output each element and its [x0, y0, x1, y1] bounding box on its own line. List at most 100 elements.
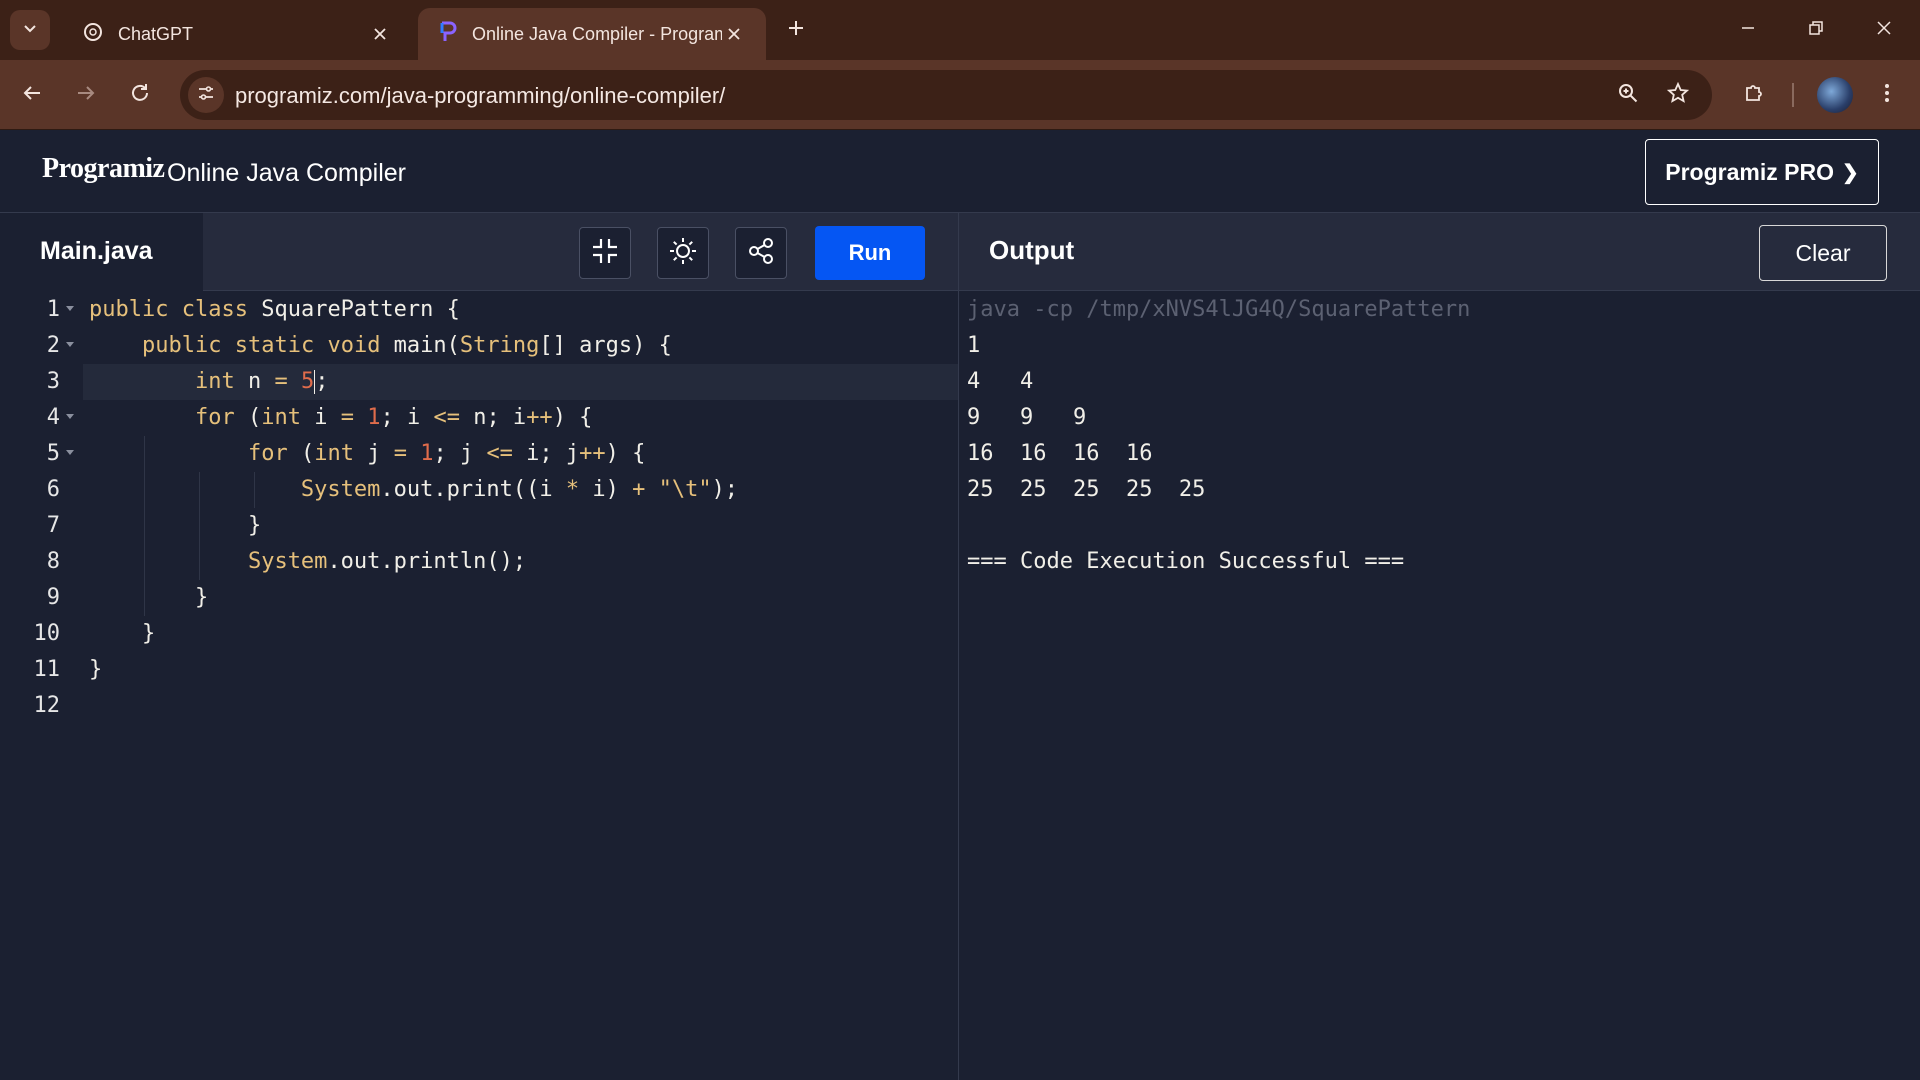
- browser-tabstrip: ChatGPT Online Java Compiler - Programiz: [0, 0, 1920, 60]
- sun-icon: [668, 236, 698, 271]
- code-editor[interactable]: 1 public class SquarePattern { 2 public …: [0, 292, 958, 1078]
- forward-button[interactable]: [66, 75, 106, 115]
- line-number: 12: [33, 693, 61, 718]
- minimize-button[interactable]: [1726, 8, 1770, 52]
- output-toolbar: Output Clear: [959, 213, 1920, 291]
- line-number: 5: [46, 441, 60, 466]
- output-line: 9 9 9: [967, 405, 1126, 430]
- puzzle-icon: [1743, 82, 1765, 109]
- output-status-line: === Code Execution Successful ===: [967, 549, 1405, 574]
- code-text: }: [89, 621, 156, 646]
- restore-icon: [1808, 20, 1824, 41]
- code-text: public static void main(String[] args) {: [141, 333, 672, 358]
- line-number: 3: [46, 369, 60, 394]
- browser-menu-button[interactable]: [1867, 75, 1907, 115]
- site-info-button[interactable]: [188, 77, 224, 113]
- browser-tab-chatgpt[interactable]: ChatGPT: [62, 8, 412, 60]
- line-number: 9: [46, 585, 60, 610]
- run-button[interactable]: Run: [815, 226, 925, 280]
- tab-title: ChatGPT: [118, 23, 194, 44]
- line-number: 6: [46, 477, 60, 502]
- programiz-logo[interactable]: Programiz: [42, 153, 165, 185]
- code-line: 8 System.out.println();: [0, 544, 958, 580]
- output-line: 1: [967, 333, 1034, 358]
- output-line: 25 25 25 25 25: [967, 477, 1232, 502]
- page-title: Online Java Compiler: [167, 159, 406, 187]
- code-line: 9 }: [0, 580, 958, 616]
- browser-toolbar: programiz.com/java-programming/online-co…: [0, 60, 1920, 130]
- output-line: 16 16 16 16: [967, 441, 1179, 466]
- code-text: System.out.println();: [247, 549, 527, 574]
- theme-toggle-button[interactable]: [657, 227, 709, 279]
- chevron-down-icon: [22, 20, 38, 41]
- line-number: 1: [46, 297, 60, 322]
- fold-arrow-icon[interactable]: [66, 414, 74, 419]
- code-text: System.out.print((i * i) + "\t");: [300, 477, 739, 502]
- collapse-icon: [590, 236, 620, 271]
- output-title: Output: [989, 235, 1075, 265]
- restore-button[interactable]: [1794, 8, 1838, 52]
- star-icon: [1666, 81, 1690, 109]
- tune-icon: [197, 84, 215, 107]
- code-text: public class SquarePattern {: [89, 297, 460, 322]
- fold-arrow-icon[interactable]: [66, 342, 74, 347]
- back-button[interactable]: [12, 75, 52, 115]
- bookmark-button[interactable]: [1662, 79, 1694, 111]
- site-header: Programiz Online Java Compiler Programiz…: [0, 131, 1920, 213]
- output-line: 4 4: [967, 369, 1073, 394]
- code-line-active: 3 int n = 5;: [0, 364, 958, 400]
- profile-avatar[interactable]: [1817, 77, 1853, 113]
- close-tab-icon[interactable]: [722, 22, 746, 46]
- output-console[interactable]: java -cp /tmp/xNVS4lJG4Q/SquarePattern 1…: [959, 292, 1920, 1078]
- pro-button-label: Programiz PRO: [1665, 158, 1834, 185]
- extensions-button[interactable]: [1734, 75, 1774, 115]
- code-line: 7 }: [0, 508, 958, 544]
- text-caret: [314, 370, 316, 394]
- arrow-right-icon: [75, 82, 97, 109]
- toolbar-separator: [1792, 83, 1794, 107]
- code-line: 11 }: [0, 652, 958, 688]
- line-number: 2: [46, 333, 60, 358]
- code-line: 10 }: [0, 616, 958, 652]
- line-number: 8: [46, 549, 60, 574]
- reload-button[interactable]: [120, 75, 160, 115]
- programiz-icon: [438, 21, 458, 48]
- clear-button[interactable]: Clear: [1759, 225, 1887, 281]
- exit-fullscreen-button[interactable]: [579, 227, 631, 279]
- code-text: for (int j = 1; j <= i; j++) {: [247, 441, 646, 466]
- editor-toolbar: Main.java Run: [0, 213, 958, 292]
- code-line: 4 for (int i = 1; i <= n; i++) {: [0, 400, 958, 436]
- tab-title: Online Java Compiler - Programiz: [472, 23, 722, 44]
- arrow-left-icon: [21, 82, 43, 109]
- code-text: }: [89, 585, 209, 610]
- code-text: }: [89, 513, 262, 538]
- zoom-button[interactable]: [1612, 79, 1644, 111]
- programiz-pro-button[interactable]: Programiz PRO ❯: [1645, 139, 1879, 205]
- chevron-right-icon: ❯: [1841, 161, 1859, 184]
- share-button[interactable]: [735, 227, 787, 279]
- file-tab-main-java[interactable]: Main.java: [0, 213, 203, 292]
- close-window-button[interactable]: [1862, 8, 1906, 52]
- minimize-icon: [1740, 20, 1756, 41]
- code-line: 5 for (int j = 1; j <= i; j++) {: [0, 436, 958, 472]
- url-text: programiz.com/java-programming/online-co…: [235, 83, 726, 108]
- zoom-icon: [1617, 82, 1639, 109]
- tab-search-button[interactable]: [10, 10, 50, 50]
- code-line: 1 public class SquarePattern {: [0, 292, 958, 328]
- new-tab-button[interactable]: [780, 14, 812, 46]
- browser-tab-programiz[interactable]: Online Java Compiler - Programiz: [418, 8, 766, 60]
- address-bar[interactable]: programiz.com/java-programming/online-co…: [180, 70, 1712, 120]
- openai-icon: [82, 21, 104, 48]
- code-line: 6 System.out.print((i * i) + "\t");: [0, 472, 958, 508]
- close-tab-icon[interactable]: [368, 22, 392, 46]
- code-line: 12: [0, 688, 958, 724]
- fold-arrow-icon[interactable]: [66, 450, 74, 455]
- share-icon: [746, 236, 776, 271]
- code-line: 2 public static void main(String[] args)…: [0, 328, 958, 364]
- line-number: 4: [46, 405, 60, 430]
- plus-icon: [787, 19, 805, 42]
- fold-arrow-icon[interactable]: [66, 306, 74, 311]
- line-number: 11: [33, 657, 61, 682]
- more-vertical-icon: [1884, 82, 1890, 109]
- output-command-line: java -cp /tmp/xNVS4lJG4Q/SquarePattern: [967, 297, 1471, 322]
